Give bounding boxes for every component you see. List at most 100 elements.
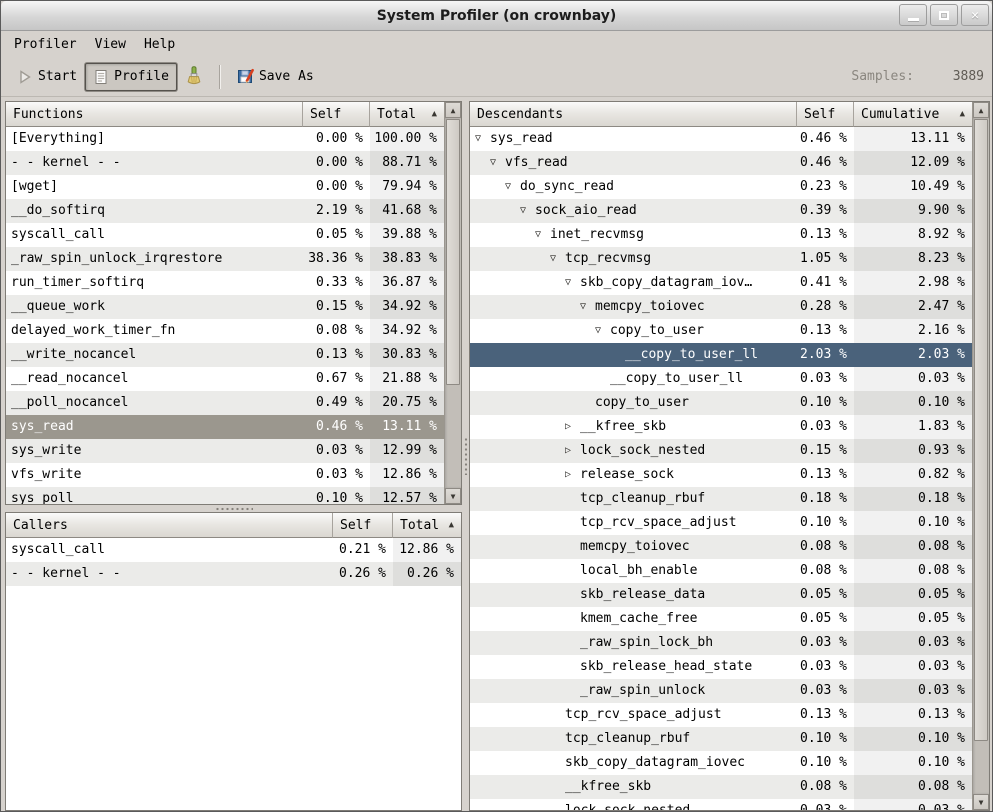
expander-open-icon[interactable]: ▽ — [580, 295, 595, 319]
total-percent-cell: 0.26 % — [393, 562, 461, 586]
functions-scrollbar[interactable]: ▲ ▼ — [444, 102, 461, 504]
table-row[interactable]: skb_copy_datagram_iovec0.10 %0.10 % — [470, 751, 972, 775]
expander-open-icon[interactable]: ▽ — [535, 223, 550, 247]
table-row[interactable]: __copy_to_user_ll2.03 %2.03 % — [470, 343, 972, 367]
functions-scrollbar-thumb[interactable] — [446, 119, 460, 385]
table-row[interactable]: __do_softirq2.19 %41.68 % — [6, 199, 444, 223]
table-row[interactable]: copy_to_user0.10 %0.10 % — [470, 391, 972, 415]
table-row[interactable]: ▽skb_copy_datagram_iov…0.41 %2.98 % — [470, 271, 972, 295]
menu-view[interactable]: View — [86, 35, 135, 54]
table-row[interactable]: ▽copy_to_user0.13 %2.16 % — [470, 319, 972, 343]
profile-toggle-button[interactable]: Profile — [85, 63, 177, 91]
horizontal-splitter[interactable] — [5, 505, 462, 512]
table-row[interactable]: __poll_nocancel0.49 %20.75 % — [6, 391, 444, 415]
table-row[interactable]: __write_nocancel0.13 %30.83 % — [6, 343, 444, 367]
table-row[interactable]: tcp_cleanup_rbuf0.10 %0.10 % — [470, 727, 972, 751]
self-percent-cell: 0.08 % — [797, 559, 854, 583]
table-row[interactable]: delayed_work_timer_fn0.08 %34.92 % — [6, 319, 444, 343]
table-row[interactable]: _raw_spin_lock_bh0.03 %0.03 % — [470, 631, 972, 655]
table-row[interactable]: syscall_call0.21 %12.86 % — [6, 538, 461, 562]
table-row[interactable]: ▽do_sync_read0.23 %10.49 % — [470, 175, 972, 199]
table-row[interactable]: ▷lock_sock_nested0.15 %0.93 % — [470, 439, 972, 463]
expander-open-icon[interactable]: ▽ — [475, 127, 490, 151]
close-button[interactable]: ✕ — [961, 4, 989, 26]
menu-profiler[interactable]: Profiler — [5, 35, 86, 54]
scroll-up-icon[interactable]: ▲ — [445, 102, 461, 118]
column-header-cumulative[interactable]: Cumulative▲ — [854, 102, 972, 127]
menu-help[interactable]: Help — [135, 35, 184, 54]
table-row[interactable]: [Everything]0.00 %100.00 % — [6, 127, 444, 151]
table-row[interactable]: __read_nocancel0.67 %21.88 % — [6, 367, 444, 391]
expander-closed-icon[interactable]: ▷ — [565, 463, 580, 487]
column-header-descendants[interactable]: Descendants — [470, 102, 797, 127]
column-header-self[interactable]: Self — [303, 102, 370, 127]
table-row[interactable]: tcp_rcv_space_adjust0.10 %0.10 % — [470, 511, 972, 535]
table-row[interactable]: ▽vfs_read0.46 %12.09 % — [470, 151, 972, 175]
table-row[interactable]: local_bh_enable0.08 %0.08 % — [470, 559, 972, 583]
play-icon — [17, 69, 33, 85]
self-percent-cell: 0.03 % — [797, 415, 854, 439]
table-row[interactable]: kmem_cache_free0.05 %0.05 % — [470, 607, 972, 631]
functions-scrollbar-trough[interactable] — [445, 118, 461, 488]
minimize-button[interactable] — [899, 4, 927, 26]
table-row[interactable]: ▽sys_read0.46 %13.11 % — [470, 127, 972, 151]
descendants-scrollbar-trough[interactable] — [973, 118, 989, 794]
scroll-down-icon[interactable]: ▼ — [445, 488, 461, 504]
save-as-button[interactable]: Save As — [229, 62, 322, 91]
table-row[interactable]: ▽tcp_recvmsg1.05 %8.23 % — [470, 247, 972, 271]
descendant-name-cell: ▷__kfree_skb — [470, 415, 797, 439]
table-row[interactable]: ▷__kfree_skb0.03 %1.83 % — [470, 415, 972, 439]
descendants-scrollbar-thumb[interactable] — [974, 119, 988, 741]
table-row[interactable]: memcpy_toiovec0.08 %0.08 % — [470, 535, 972, 559]
table-row[interactable]: __kfree_skb0.08 %0.08 % — [470, 775, 972, 799]
expander-open-icon[interactable]: ▽ — [565, 271, 580, 295]
descendant-name-cell: _raw_spin_lock_bh — [470, 631, 797, 655]
column-header-callers[interactable]: Callers — [6, 513, 333, 538]
expander-open-icon[interactable]: ▽ — [520, 199, 535, 223]
table-row[interactable]: sys_read0.46 %13.11 % — [6, 415, 444, 439]
self-percent-cell: 0.23 % — [797, 175, 854, 199]
titlebar[interactable]: System Profiler (on crownbay) ✕ — [1, 1, 992, 31]
table-row[interactable]: skb_release_data0.05 %0.05 % — [470, 583, 972, 607]
scroll-down-icon[interactable]: ▼ — [973, 794, 989, 810]
table-row[interactable]: tcp_rcv_space_adjust0.13 %0.13 % — [470, 703, 972, 727]
table-row[interactable]: - - kernel - -0.00 %88.71 % — [6, 151, 444, 175]
expander-open-icon[interactable]: ▽ — [550, 247, 565, 271]
column-header-self[interactable]: Self — [333, 513, 393, 538]
cumulative-percent-cell: 0.03 % — [854, 631, 972, 655]
descendants-scrollbar[interactable]: ▲ ▼ — [972, 102, 989, 810]
table-row[interactable]: ▷release_sock0.13 %0.82 % — [470, 463, 972, 487]
table-row[interactable]: [wget]0.00 %79.94 % — [6, 175, 444, 199]
table-row[interactable]: tcp_cleanup_rbuf0.18 %0.18 % — [470, 487, 972, 511]
start-button[interactable]: Start — [9, 63, 85, 91]
table-row[interactable]: _raw_spin_unlock_irqrestore38.36 %38.83 … — [6, 247, 444, 271]
table-row[interactable]: lock_sock_nested0.03 %0.03 % — [470, 799, 972, 810]
table-row[interactable]: skb_release_head_state0.03 %0.03 % — [470, 655, 972, 679]
scroll-up-icon[interactable]: ▲ — [973, 102, 989, 118]
expander-closed-icon[interactable]: ▷ — [565, 439, 580, 463]
column-header-self[interactable]: Self — [797, 102, 854, 127]
table-row[interactable]: __queue_work0.15 %34.92 % — [6, 295, 444, 319]
table-row[interactable]: ▽inet_recvmsg0.13 %8.92 % — [470, 223, 972, 247]
expander-open-icon[interactable]: ▽ — [595, 319, 610, 343]
column-header-total[interactable]: Total▲ — [370, 102, 444, 127]
table-row[interactable]: __copy_to_user_ll0.03 %0.03 % — [470, 367, 972, 391]
table-row[interactable]: sys_write0.03 %12.99 % — [6, 439, 444, 463]
table-row[interactable]: - - kernel - -0.26 %0.26 % — [6, 562, 461, 586]
maximize-button[interactable] — [930, 4, 958, 26]
expander-open-icon[interactable]: ▽ — [505, 175, 520, 199]
self-percent-cell: 0.28 % — [797, 295, 854, 319]
table-row[interactable]: ▽memcpy_toiovec0.28 %2.47 % — [470, 295, 972, 319]
table-row[interactable]: run_timer_softirq0.33 %36.87 % — [6, 271, 444, 295]
table-row[interactable]: _raw_spin_unlock0.03 %0.03 % — [470, 679, 972, 703]
table-row[interactable]: vfs_write0.03 %12.86 % — [6, 463, 444, 487]
column-header-total[interactable]: Total▲ — [393, 513, 461, 538]
expander-open-icon[interactable]: ▽ — [490, 151, 505, 175]
column-header-functions[interactable]: Functions — [6, 102, 303, 127]
reset-button[interactable] — [177, 60, 211, 93]
table-row[interactable]: sys_poll0.10 %12.57 % — [6, 487, 444, 504]
table-row[interactable]: syscall_call0.05 %39.88 % — [6, 223, 444, 247]
table-row[interactable]: ▽sock_aio_read0.39 %9.90 % — [470, 199, 972, 223]
vertical-splitter[interactable] — [462, 101, 469, 811]
expander-closed-icon[interactable]: ▷ — [565, 415, 580, 439]
